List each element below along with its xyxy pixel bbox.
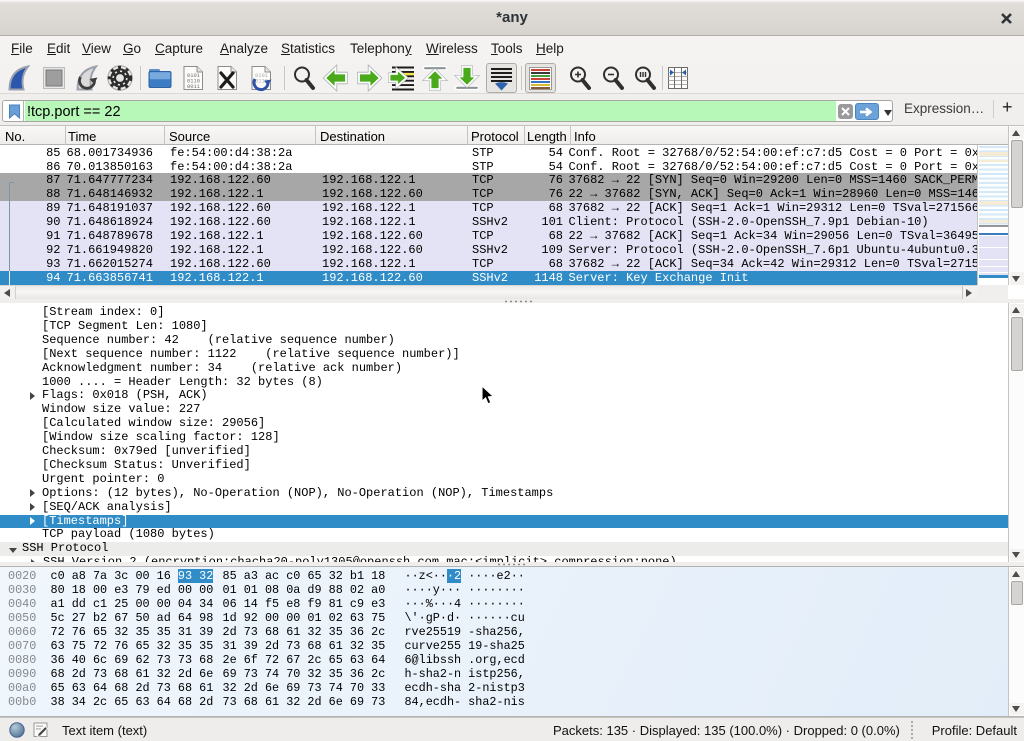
svg-text:0011: 0011 — [187, 84, 200, 90]
